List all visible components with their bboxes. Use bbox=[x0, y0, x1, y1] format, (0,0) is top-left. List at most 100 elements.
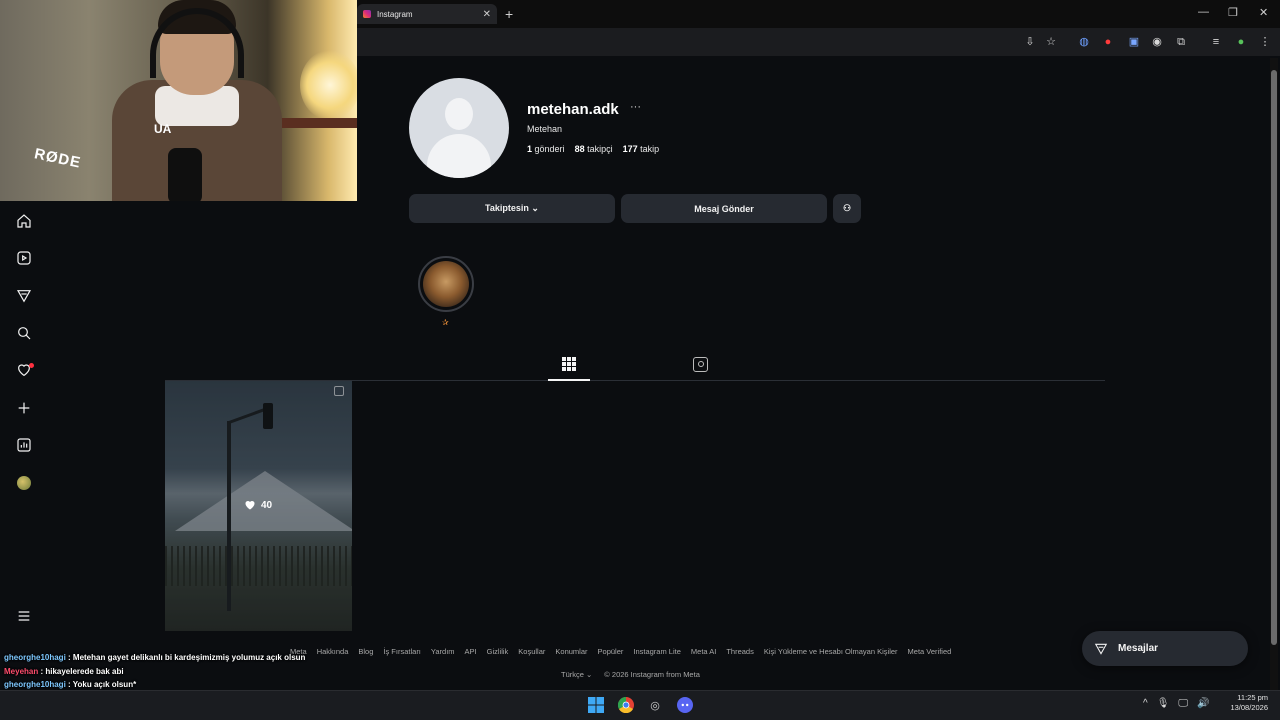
obs-icon[interactable]: ◎ bbox=[645, 695, 665, 715]
reels-icon[interactable] bbox=[14, 248, 34, 268]
grid-icon[interactable] bbox=[562, 357, 576, 371]
add-user-button[interactable]: ⚇ bbox=[833, 194, 861, 223]
taskbar bbox=[0, 690, 1280, 720]
mic-brand-logo: RØDE bbox=[32, 145, 83, 172]
taskbar-clock[interactable]: 11:25 pm 13/08/2026 bbox=[1222, 693, 1268, 713]
add-user-icon: ⚇ bbox=[842, 203, 852, 213]
chat-text: : Yoku açık olsun* bbox=[65, 680, 137, 690]
shirt-logo: UA bbox=[154, 122, 172, 136]
clock-time: 11:25 pm bbox=[1237, 693, 1268, 702]
extension-3-icon[interactable]: ▣ bbox=[1128, 36, 1140, 48]
footer-link[interactable]: Gizlilik bbox=[487, 647, 509, 656]
tab-close-icon[interactable]: ✕ bbox=[483, 9, 491, 20]
home-icon[interactable] bbox=[14, 211, 34, 231]
chat-username: Meyehan bbox=[4, 666, 39, 676]
footer-link[interactable]: Instagram Lite bbox=[633, 647, 681, 656]
footer-link[interactable]: Kişi Yükleme ve Hesabı Olmayan Kişiler bbox=[764, 647, 898, 656]
browser-tab[interactable]: Instagram ✕ bbox=[357, 4, 497, 24]
profile-icon[interactable]: ● bbox=[1235, 36, 1247, 48]
story-highlight[interactable] bbox=[418, 256, 474, 312]
heart-filled-icon bbox=[245, 501, 255, 510]
search-icon[interactable] bbox=[14, 323, 34, 343]
avatar-icon[interactable] bbox=[17, 476, 31, 490]
messages-button[interactable]: Mesajlar bbox=[1082, 631, 1248, 666]
chat-text: : Metehan gayet delikanlı bi kardeşimizm… bbox=[65, 653, 306, 662]
footer-link[interactable]: Threads bbox=[726, 647, 754, 656]
footer-link[interactable]: Popüler bbox=[598, 647, 624, 656]
chrome-icon[interactable] bbox=[616, 695, 636, 715]
system-tray: ^ 🎙 🖵 🔊 bbox=[1143, 698, 1210, 709]
minimize-button[interactable]: — bbox=[1198, 6, 1209, 18]
likes-count: 40 bbox=[261, 499, 273, 511]
tray-overflow-icon[interactable]: ^ bbox=[1143, 698, 1148, 709]
create-icon[interactable] bbox=[14, 398, 34, 418]
browser-toolbar bbox=[357, 28, 1280, 56]
more-options-icon[interactable]: ··· bbox=[630, 101, 641, 113]
notification-dot bbox=[29, 363, 34, 368]
tray-volume-icon[interactable]: 🔊 bbox=[1197, 698, 1209, 709]
copyright: © 2026 Instagram from Meta bbox=[604, 670, 700, 679]
extension-1-icon[interactable]: ◍ bbox=[1078, 36, 1090, 48]
lamp bbox=[300, 50, 357, 120]
footer-link[interactable]: Yardım bbox=[431, 647, 455, 656]
restore-button[interactable]: ❐ bbox=[1228, 6, 1238, 19]
highlight-label: ✰ bbox=[442, 318, 449, 327]
avatar-body bbox=[427, 134, 491, 178]
chat-text: : hikayelerede bak abi bbox=[38, 666, 124, 676]
multi-post-icon bbox=[334, 386, 344, 396]
messages-label: Mesajlar bbox=[1118, 643, 1159, 654]
posts-stat: 1 gönderi bbox=[527, 144, 565, 154]
instagram-favicon-icon bbox=[363, 10, 371, 18]
active-tab-indicator bbox=[548, 379, 590, 381]
chat-message: gheorghe10hagi : Metehan gayet delikanlı… bbox=[4, 651, 305, 665]
chat-username: gheorghe10hagi bbox=[4, 653, 66, 662]
chat-username: gheorghe10hagi bbox=[4, 680, 66, 690]
footer-link[interactable]: Hakkında bbox=[317, 647, 349, 656]
footer-link[interactable]: Meta Verified bbox=[908, 647, 952, 656]
avatar-head bbox=[445, 98, 473, 130]
extensions-puzzle-icon[interactable]: ⧉ bbox=[1175, 36, 1187, 48]
highlight-cover bbox=[423, 261, 469, 307]
extension-2-icon[interactable]: ● bbox=[1102, 36, 1114, 48]
profile-full-name: Metehan bbox=[527, 124, 563, 134]
footer-link[interactable]: API bbox=[465, 647, 477, 656]
webcam-overlay: RØDE UA bbox=[0, 0, 357, 201]
tray-network-icon[interactable]: 🖵 bbox=[1178, 698, 1188, 709]
browser-menu-icon[interactable]: ⋮ bbox=[1259, 36, 1271, 48]
extension-4-icon[interactable]: ◉ bbox=[1151, 36, 1163, 48]
clock-date: 13/08/2026 bbox=[1230, 703, 1268, 712]
following-button[interactable]: Takiptesin ⌄ bbox=[409, 194, 615, 223]
footer-link[interactable]: İş Fırsatları bbox=[383, 647, 421, 656]
footer-link[interactable]: Konumlar bbox=[555, 647, 587, 656]
profile-username: metehan.adk bbox=[527, 101, 619, 118]
explore-icon[interactable] bbox=[14, 286, 34, 306]
footer-link[interactable]: Meta AI bbox=[691, 647, 716, 656]
windows-start-icon[interactable] bbox=[586, 695, 606, 715]
following-stat[interactable]: 177 takip bbox=[623, 144, 660, 154]
new-tab-button[interactable]: + bbox=[505, 6, 513, 22]
language-select[interactable]: Türkçe ⌄ bbox=[561, 670, 592, 679]
tagged-icon[interactable] bbox=[693, 357, 708, 372]
discord-icon[interactable] bbox=[675, 695, 695, 715]
footer-link[interactable]: Blog bbox=[358, 647, 373, 656]
footer-bottom: Türkçe ⌄ © 2026 Instagram from Meta bbox=[561, 670, 700, 679]
install-app-icon[interactable]: ⇩ bbox=[1024, 36, 1036, 48]
dashboard-icon[interactable] bbox=[14, 435, 34, 455]
chat-message: Meyehan : hikayelerede bak abi bbox=[4, 665, 305, 679]
profile-avatar[interactable] bbox=[409, 78, 509, 178]
menu-icon[interactable] bbox=[14, 606, 34, 626]
profile-stats: 1 gönderi 88 takipçi 177 takip bbox=[527, 144, 659, 154]
footer-link[interactable]: Koşullar bbox=[518, 647, 545, 656]
footer-links: Meta Hakkında Blog İş Fırsatları Yardım API Gi… bbox=[290, 647, 951, 656]
microphone bbox=[168, 148, 202, 201]
messenger-icon bbox=[1094, 643, 1108, 655]
tray-mic-icon[interactable]: 🎙 bbox=[1157, 698, 1170, 709]
post-likes: 40 bbox=[244, 499, 272, 511]
tab-title: Instagram bbox=[377, 9, 413, 19]
close-window-button[interactable]: ✕ bbox=[1259, 6, 1268, 19]
followers-stat[interactable]: 88 takipçi bbox=[575, 144, 613, 154]
bookmark-star-icon[interactable]: ☆ bbox=[1045, 36, 1057, 48]
scrollbar-thumb[interactable] bbox=[1271, 70, 1277, 645]
send-message-button[interactable]: Mesaj Gönder bbox=[621, 194, 827, 223]
media-queue-icon[interactable]: ≡ bbox=[1210, 36, 1222, 48]
